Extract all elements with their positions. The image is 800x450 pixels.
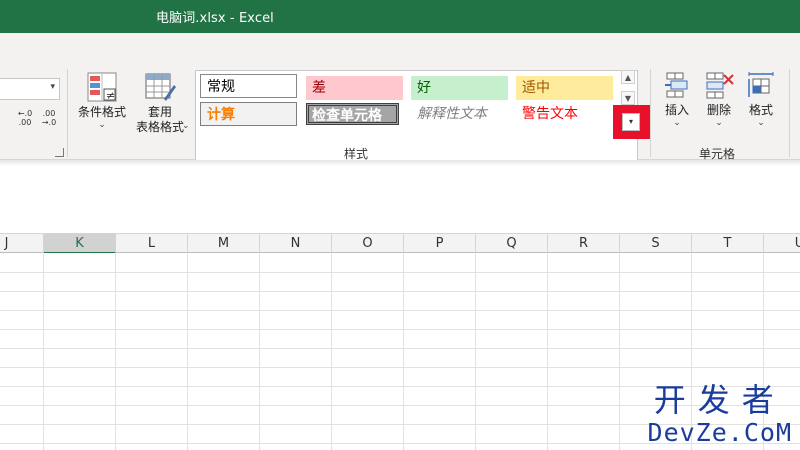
number-dialog-launcher[interactable] — [55, 148, 64, 157]
column-header-s[interactable]: S — [620, 234, 692, 254]
format-cells-icon — [748, 72, 774, 97]
style-warning-text[interactable]: 警告文本 — [516, 102, 613, 126]
increase-decimal-icon-top: ←.0 — [17, 109, 33, 118]
column-header-n[interactable]: N — [260, 234, 332, 254]
watermark-line1: 开发者 — [653, 381, 786, 419]
conditional-formatting-button[interactable]: ≠ 条件格式 ⌄ — [74, 71, 130, 130]
increase-decimal-button[interactable]: ←.0 .00 — [14, 109, 36, 135]
group-separator — [789, 69, 790, 157]
chevron-down-icon: ⌄ — [182, 121, 190, 131]
ribbon: ▾ ←.0 .00 .00 →.0 ≠ 条件格式 ⌄ 套用 表格格式 ⌄ 常规 … — [0, 33, 800, 167]
decrease-decimal-icon-top: .00 — [42, 109, 56, 118]
delete-cells-icon — [706, 72, 734, 99]
column-header-j[interactable]: J — [0, 234, 44, 254]
gallery-more-button-highlight[interactable]: ▾ — [613, 105, 650, 139]
decrease-decimal-button[interactable]: .00 →.0 — [38, 109, 60, 135]
chevron-down-icon: ⌄ — [673, 118, 681, 128]
gallery-scroll-up-icon[interactable]: ▲ — [621, 70, 635, 84]
column-header-q[interactable]: Q — [476, 234, 548, 254]
title-bar: 电脑词.xlsx - Excel — [0, 0, 800, 33]
group-separator — [650, 69, 651, 157]
style-bad[interactable]: 差 — [306, 76, 403, 100]
chevron-down-icon: ⌄ — [715, 118, 723, 128]
style-normal[interactable]: 常规 — [200, 74, 297, 98]
formula-area — [0, 166, 800, 222]
column-header-t[interactable]: T — [692, 234, 764, 254]
column-header-p[interactable]: P — [404, 234, 476, 254]
gallery-expand-icon[interactable]: ▾ — [622, 113, 640, 131]
insert-cells-button[interactable]: 插入 ⌄ — [658, 71, 696, 128]
group-separator — [67, 69, 68, 157]
insert-cells-label: 插入 — [664, 103, 689, 117]
chevron-down-icon: ⌄ — [757, 118, 765, 128]
insert-cells-icon — [665, 72, 688, 98]
column-header-k[interactable]: K — [44, 234, 116, 254]
style-calculation[interactable]: 计算 — [200, 102, 297, 126]
column-header-m[interactable]: M — [188, 234, 260, 254]
chevron-down-icon: ▾ — [50, 82, 55, 92]
format-cells-label: 格式 — [748, 103, 773, 117]
style-check-cell[interactable]: 检查单元格 — [306, 103, 399, 125]
conditional-formatting-label: 条件格式 — [77, 105, 126, 119]
gallery-scroll-down-icon[interactable]: ▼ — [621, 91, 635, 105]
format-as-table-icon — [145, 73, 176, 101]
delete-cells-label: 删除 — [706, 103, 731, 117]
format-cells-button[interactable]: 格式 ⌄ — [742, 71, 780, 128]
window-title: 电脑词.xlsx - Excel — [156, 11, 274, 26]
number-format-dropdown[interactable]: ▾ — [0, 78, 60, 100]
delete-cells-button[interactable]: 删除 ⌄ — [700, 71, 738, 128]
column-header-r[interactable]: R — [548, 234, 620, 254]
column-header-o[interactable]: O — [332, 234, 404, 254]
svg-text:≠: ≠ — [106, 89, 115, 102]
style-neutral[interactable]: 适中 — [516, 76, 613, 100]
chevron-down-icon: ⌄ — [98, 120, 106, 130]
column-headers: J K L M N O P Q R S T U — [0, 233, 800, 254]
watermark: 开发者 DevZe.CoM — [648, 382, 792, 448]
conditional-formatting-icon: ≠ — [87, 72, 117, 102]
style-good[interactable]: 好 — [411, 76, 508, 100]
decrease-decimal-icon-bottom: →.0 — [41, 118, 57, 127]
cell-styles-gallery: 常规 差 好 适中 计算 检查单元格 解释性文本 警告文本 — [195, 70, 638, 167]
column-header-u[interactable]: U — [764, 234, 800, 254]
style-explanatory-text[interactable]: 解释性文本 — [411, 102, 508, 126]
column-header-l[interactable]: L — [116, 234, 188, 254]
increase-decimal-icon-bottom: .00 — [18, 118, 32, 127]
watermark-line2: DevZe.CoM — [647, 418, 792, 447]
